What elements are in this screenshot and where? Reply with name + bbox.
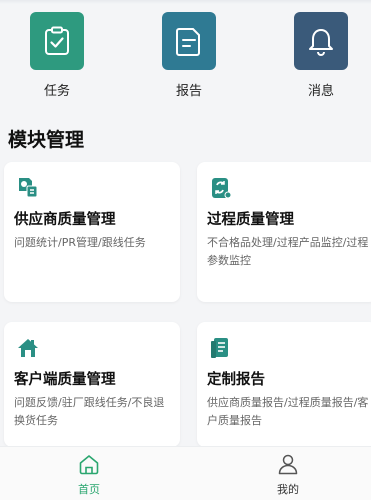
- module-card-supplier-quality[interactable]: 供应商质量管理 问题统计/PR管理/跟线任务: [4, 162, 180, 302]
- module-description: 问题统计/PR管理/跟线任务: [14, 236, 146, 249]
- module-title: 定制报告: [207, 372, 265, 388]
- module-description: 供应商质量报告/过程质量报告/客户质量报告: [207, 396, 369, 427]
- custom-report-icon: [209, 336, 233, 360]
- customer-house-icon: [16, 336, 40, 360]
- clipboard-check-icon: [30, 12, 84, 70]
- supplier-quality-icon: [16, 176, 40, 200]
- module-description: 不合格品处理/过程产品监控/过程参数监控: [207, 236, 369, 267]
- quick-actions: 任务 报告 消息: [0, 12, 371, 107]
- module-card-process-quality[interactable]: 过程质量管理 不合格品处理/过程产品监控/过程参数监控: [197, 162, 371, 302]
- tab-home[interactable]: 首页: [59, 453, 119, 497]
- user-icon: [277, 454, 299, 479]
- bottom-tab-bar: 首页 我的: [0, 446, 371, 500]
- quick-action-reports[interactable]: 报告: [154, 12, 224, 99]
- tab-label: 我的: [277, 483, 299, 496]
- module-card-customer-quality[interactable]: 客户端质量管理 问题反馈/驻厂跟线任务/不良退换货任务: [4, 322, 180, 447]
- quick-action-messages[interactable]: 消息: [286, 12, 356, 99]
- module-title: 过程质量管理: [207, 212, 294, 228]
- process-quality-icon: [209, 176, 233, 200]
- top-strip: [0, 0, 371, 4]
- module-title: 客户端质量管理: [14, 372, 116, 388]
- section-title: 模块管理: [8, 129, 85, 151]
- quick-action-label: 任务: [43, 84, 70, 99]
- tab-profile[interactable]: 我的: [258, 453, 318, 497]
- tab-label: 首页: [78, 483, 100, 496]
- module-card-custom-report[interactable]: 定制报告 供应商质量报告/过程质量报告/客户质量报告: [197, 322, 371, 447]
- bell-icon: [294, 12, 348, 70]
- home-icon: [78, 455, 100, 479]
- quick-action-tasks[interactable]: 任务: [22, 12, 92, 99]
- document-icon: [162, 12, 216, 70]
- quick-action-label: 消息: [307, 84, 334, 99]
- module-title: 供应商质量管理: [14, 212, 116, 228]
- module-description: 问题反馈/驻厂跟线任务/不良退换货任务: [14, 396, 165, 427]
- quick-action-label: 报告: [175, 84, 202, 99]
